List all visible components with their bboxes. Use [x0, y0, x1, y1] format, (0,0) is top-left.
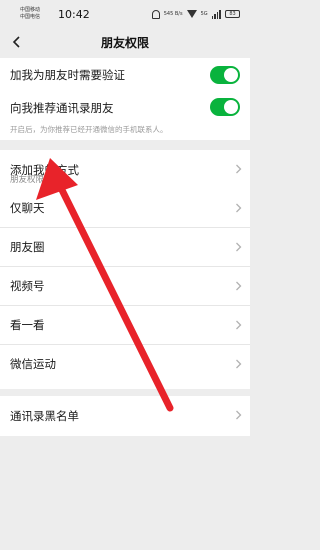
carrier-info: 中国移动 中国电信 [20, 7, 40, 21]
list-item-top-stories[interactable]: 看一看 [0, 306, 250, 345]
page-title: 朋友权限 [100, 36, 149, 50]
network-speed: 545 B/s [163, 10, 183, 17]
list-item-label: 朋友圈 [10, 240, 45, 254]
chevron-right-icon [236, 320, 242, 330]
recommend-label: 向我推荐通讯录朋友 [10, 101, 114, 115]
list-item-label: 仅聊天 [10, 201, 45, 215]
wifi-icon [186, 10, 197, 18]
chevron-right-icon [236, 164, 242, 174]
list-item-label: 微信运动 [10, 357, 56, 371]
list-item-channels[interactable]: 视频号 [0, 267, 250, 306]
notification-icon [151, 9, 160, 19]
blacklist-label: 通讯录黑名单 [10, 409, 79, 423]
list-item-moments[interactable]: 朋友圈 [0, 228, 250, 267]
list-item-werun[interactable]: 微信运动 [0, 345, 250, 385]
signal-icon [211, 9, 221, 19]
friend-permissions-card: 仅聊天 朋友圈 视频号 看一看 微信运动 [0, 189, 250, 389]
verify-label: 加我为朋友时需要验证 [10, 68, 125, 82]
network-type: 5G [200, 10, 208, 17]
list-item-label: 视频号 [10, 279, 45, 293]
carrier-line-2: 中国电信 [20, 14, 41, 20]
chevron-right-icon [236, 410, 242, 420]
toggle-row-verify[interactable]: 加我为朋友时需要验证 [0, 58, 250, 93]
list-item-label: 看一看 [10, 318, 45, 332]
battery-icon: 83 [225, 10, 240, 18]
list-item-chat-only[interactable]: 仅聊天 [0, 189, 250, 228]
blacklist-card: 通讯录黑名单 [0, 396, 250, 436]
toggle-row-recommend[interactable]: 向我推荐通讯录朋友 [0, 93, 250, 123]
status-bar: 中国移动 中国电信 10:42 545 B/s 5G 83 [0, 0, 250, 30]
section-label-friend-permissions: 朋友权限 [10, 175, 45, 185]
carrier-line-1: 中国移动 [20, 7, 41, 13]
hint-row: 开启后，为你推荐已经开通微信的手机联系人。 [0, 123, 250, 140]
recommend-toggle[interactable] [210, 98, 240, 116]
chevron-right-icon [236, 242, 242, 252]
verify-toggle[interactable] [210, 66, 240, 84]
chevron-right-icon [236, 203, 242, 213]
chevron-right-icon [236, 359, 242, 369]
chevron-right-icon [236, 281, 242, 291]
nav-bar: 朋友权限 [0, 30, 250, 54]
recommend-hint: 开启后，为你推荐已经开通微信的手机联系人。 [10, 125, 168, 134]
blacklist-row[interactable]: 通讯录黑名单 [0, 396, 250, 436]
status-time: 10:42 [58, 8, 90, 21]
status-icons: 545 B/s 5G 83 [151, 9, 240, 19]
